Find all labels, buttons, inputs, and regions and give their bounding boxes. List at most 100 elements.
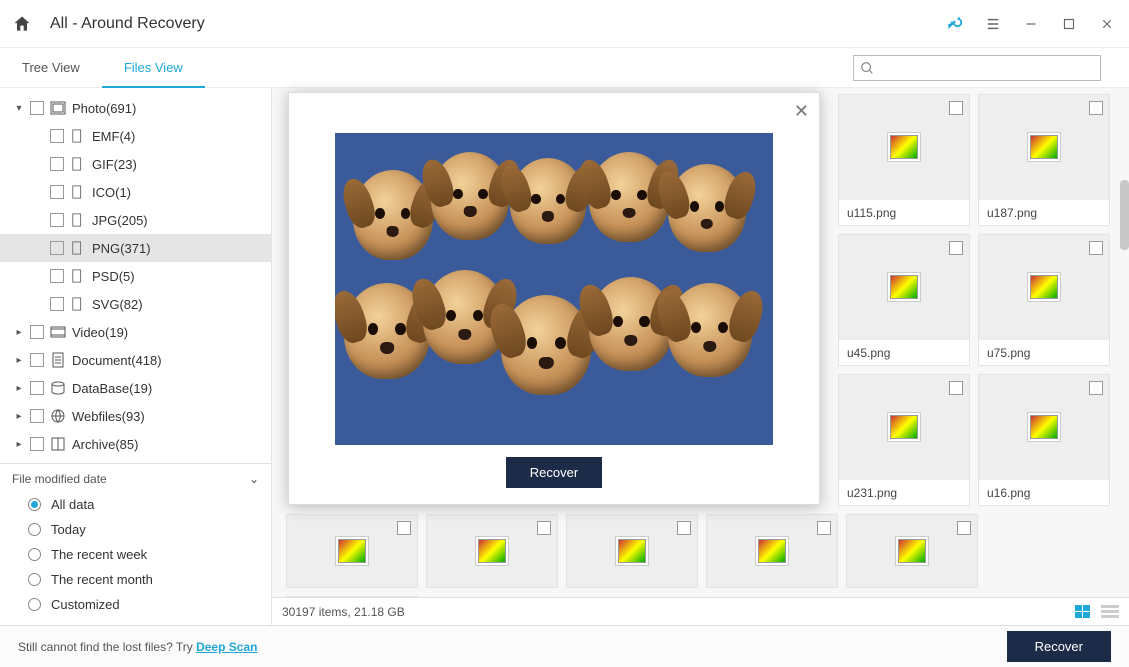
file-name: u187.png	[979, 199, 1109, 225]
chevron-right-icon: ▸	[14, 383, 24, 394]
checkbox[interactable]	[30, 325, 44, 339]
checkbox[interactable]	[50, 157, 64, 171]
recover-button[interactable]: Recover	[1007, 631, 1111, 662]
filter-title: File modified date	[12, 472, 107, 486]
preview-recover-button[interactable]: Recover	[506, 457, 602, 488]
file-tile[interactable]	[566, 514, 698, 588]
key-icon[interactable]	[947, 12, 965, 35]
tree-item-svg[interactable]: SVG(82)	[0, 290, 271, 318]
tree-category-webfiles[interactable]: ▸Webfiles(93)	[0, 402, 271, 430]
tree-item-gif[interactable]: GIF(23)	[0, 150, 271, 178]
checkbox[interactable]	[50, 297, 64, 311]
radio[interactable]	[28, 523, 41, 536]
document-icon	[50, 352, 66, 368]
file-tile[interactable]	[706, 514, 838, 588]
tree-item-ico[interactable]: ICO(1)	[0, 178, 271, 206]
image-thumb-icon	[758, 539, 786, 563]
checkbox[interactable]	[949, 101, 963, 115]
tree-label: JPG(205)	[92, 213, 148, 228]
tree-category-photo[interactable]: ▾ Photo(691)	[0, 94, 271, 122]
checkbox[interactable]	[1089, 101, 1103, 115]
checkbox[interactable]	[50, 241, 64, 255]
tab-tree-view[interactable]: Tree View	[0, 48, 102, 88]
radio[interactable]	[28, 598, 41, 611]
image-thumb-icon	[890, 275, 918, 299]
close-button[interactable]	[1097, 14, 1117, 34]
filter-option-custom[interactable]: Customized	[12, 592, 259, 617]
tree-category-document[interactable]: ▸Document(418)	[0, 346, 271, 374]
checkbox[interactable]	[677, 521, 691, 535]
file-tile[interactable]: u231.png	[838, 374, 970, 506]
file-tile[interactable]	[286, 596, 418, 597]
close-icon[interactable]: ✕	[794, 101, 809, 122]
search-input[interactable]	[853, 55, 1101, 81]
radio[interactable]	[28, 498, 41, 511]
filter-option-month[interactable]: The recent month	[12, 567, 259, 592]
checkbox[interactable]	[30, 381, 44, 395]
filter-option-all[interactable]: All data	[12, 492, 259, 517]
checkbox[interactable]	[50, 269, 64, 283]
minimize-button[interactable]	[1021, 14, 1041, 34]
checkbox[interactable]	[397, 521, 411, 535]
checkbox[interactable]	[817, 521, 831, 535]
tree-category-video[interactable]: ▸Video(19)	[0, 318, 271, 346]
tree-item-psd[interactable]: PSD(5)	[0, 262, 271, 290]
home-icon[interactable]	[12, 14, 32, 34]
filter-label: The recent week	[51, 547, 147, 562]
file-name: u231.png	[839, 479, 969, 505]
radio[interactable]	[28, 548, 41, 561]
checkbox[interactable]	[30, 437, 44, 451]
image-thumb-icon	[478, 539, 506, 563]
file-tile[interactable]	[286, 514, 418, 588]
chevron-down-icon: ▾	[14, 103, 24, 114]
menu-icon[interactable]	[983, 14, 1003, 34]
file-tile[interactable]: u75.png	[978, 234, 1110, 366]
file-tile[interactable]: u115.png	[838, 94, 970, 226]
file-tile[interactable]: u187.png	[978, 94, 1110, 226]
tree-category-archive[interactable]: ▸ Archive(85)	[0, 430, 271, 458]
tree-category-database[interactable]: ▸DataBase(19)	[0, 374, 271, 402]
checkbox[interactable]	[1089, 381, 1103, 395]
tree-item-jpg[interactable]: JPG(205)	[0, 206, 271, 234]
chevron-right-icon: ▸	[14, 355, 24, 366]
checkbox[interactable]	[1089, 241, 1103, 255]
checkbox[interactable]	[957, 521, 971, 535]
maximize-button[interactable]	[1059, 14, 1079, 34]
checkbox[interactable]	[50, 213, 64, 227]
chevron-right-icon: ▸	[14, 411, 24, 422]
radio[interactable]	[28, 573, 41, 586]
view-grid-button[interactable]	[1075, 605, 1093, 619]
footer-hint: Still cannot find the lost files? Try De…	[18, 640, 257, 654]
file-tile[interactable]: u16.png	[978, 374, 1110, 506]
tree-label: Archive(85)	[72, 437, 138, 452]
file-tile[interactable]: u45.png	[838, 234, 970, 366]
tree-item-emf[interactable]: EMF(4)	[0, 122, 271, 150]
checkbox[interactable]	[50, 185, 64, 199]
chevron-right-icon: ▸	[14, 439, 24, 450]
filter-option-today[interactable]: Today	[12, 517, 259, 542]
checkbox[interactable]	[537, 521, 551, 535]
preview-dialog: ✕ Recover	[288, 92, 820, 505]
status-text: 30197 items, 21.18 GB	[282, 605, 405, 619]
tree-label: PSD(5)	[92, 269, 135, 284]
image-thumb-icon	[898, 539, 926, 563]
checkbox[interactable]	[30, 353, 44, 367]
tab-files-view[interactable]: Files View	[102, 48, 205, 88]
checkbox[interactable]	[30, 101, 44, 115]
tree-item-png[interactable]: PNG(371)	[0, 234, 271, 262]
tree-label: SVG(82)	[92, 297, 143, 312]
view-list-button[interactable]	[1101, 605, 1119, 619]
filter-option-week[interactable]: The recent week	[12, 542, 259, 567]
scrollbar-thumb[interactable]	[1120, 180, 1129, 250]
file-icon	[70, 184, 86, 200]
checkbox[interactable]	[949, 381, 963, 395]
checkbox[interactable]	[50, 129, 64, 143]
checkbox[interactable]	[949, 241, 963, 255]
file-tree: ▾ Photo(691) EMF(4) GIF(23) ICO(1) JPG(2…	[0, 88, 271, 463]
file-tile[interactable]	[426, 514, 558, 588]
filter-header[interactable]: File modified date ⌄	[12, 472, 259, 486]
image-thumb-icon	[338, 539, 366, 563]
checkbox[interactable]	[30, 409, 44, 423]
deep-scan-link[interactable]: Deep Scan	[196, 640, 257, 654]
file-tile[interactable]	[846, 514, 978, 588]
